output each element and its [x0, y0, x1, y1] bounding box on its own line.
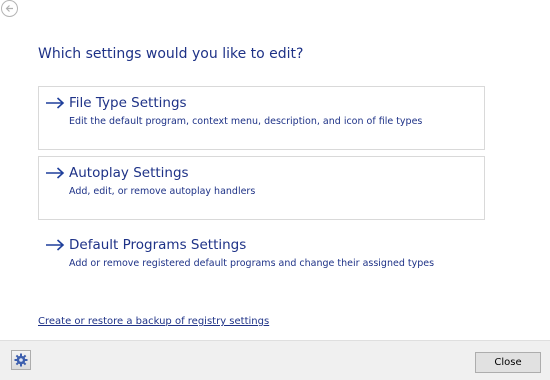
option-default-programs-settings[interactable]: Default Programs Settings Add or remove …	[38, 228, 485, 292]
settings-window: Which settings would you like to edit? F…	[0, 0, 550, 380]
close-button[interactable]: Close	[475, 352, 541, 373]
option-title[interactable]: File Type Settings	[69, 95, 187, 111]
backup-registry-link[interactable]: Create or restore a backup of registry s…	[38, 316, 269, 327]
gear-icon	[14, 353, 28, 367]
option-title[interactable]: Default Programs Settings	[69, 237, 246, 253]
option-description: Add, edit, or remove autoplay handlers	[69, 186, 256, 197]
arrow-right-icon	[46, 239, 65, 251]
settings-button[interactable]	[11, 350, 31, 370]
back-button[interactable]	[1, 0, 18, 17]
option-description: Add or remove registered default program…	[69, 258, 435, 269]
back-arrow-icon	[5, 5, 13, 12]
option-file-type-settings[interactable]: File Type Settings Edit the default prog…	[38, 86, 485, 150]
page-title: Which settings would you like to edit?	[38, 46, 304, 62]
footer-bar: Close	[0, 340, 550, 380]
option-description: Edit the default program, context menu, …	[69, 116, 423, 127]
option-title[interactable]: Autoplay Settings	[69, 165, 189, 181]
arrow-right-icon	[46, 97, 65, 109]
arrow-right-icon	[46, 167, 65, 179]
option-autoplay-settings[interactable]: Autoplay Settings Add, edit, or remove a…	[38, 156, 485, 220]
